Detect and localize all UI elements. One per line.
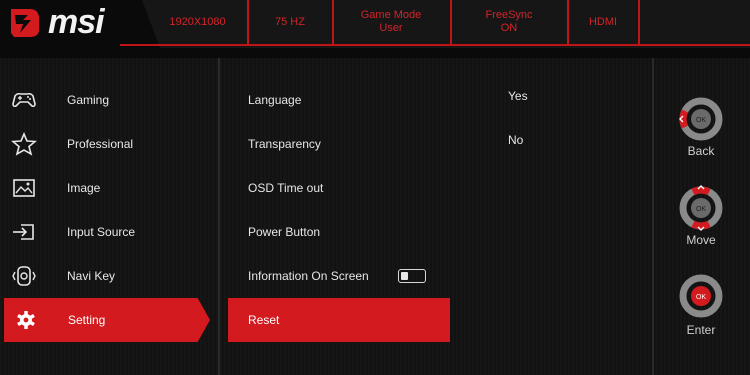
menu-item-label: Setting bbox=[68, 313, 106, 327]
move-control[interactable]: OK Move bbox=[676, 180, 726, 247]
msi-dragon-icon bbox=[11, 8, 39, 37]
brand-name: msi bbox=[48, 3, 105, 41]
setting-label: Transparency bbox=[248, 137, 321, 151]
information-on-screen-toggle[interactable] bbox=[398, 269, 426, 283]
menu-item-label: Professional bbox=[67, 137, 134, 151]
navi-key-icon bbox=[12, 266, 36, 286]
menu-item-gaming[interactable]: Gaming bbox=[0, 78, 215, 122]
transparency-value: No bbox=[508, 133, 524, 147]
gamepad-icon bbox=[12, 92, 36, 108]
setting-row-transparency[interactable]: Transparency bbox=[228, 122, 528, 166]
main-menu: Gaming Professional Image Input Source N… bbox=[0, 78, 215, 342]
refresh-rate-value: 75 HZ bbox=[275, 15, 305, 28]
setting-row-reset[interactable]: Reset bbox=[228, 298, 450, 342]
setting-label: Reset bbox=[248, 313, 280, 327]
game-mode-value: User bbox=[379, 22, 403, 34]
divider bbox=[652, 58, 654, 375]
menu-item-input-source[interactable]: Input Source bbox=[0, 210, 215, 254]
setting-row-osd-timeout[interactable]: OSD Time out bbox=[228, 166, 528, 210]
header-divider bbox=[120, 44, 750, 46]
language-value: Yes bbox=[508, 89, 528, 103]
move-key-ok: OK bbox=[696, 206, 706, 213]
enter-key-icon: OK bbox=[679, 274, 723, 318]
divider bbox=[218, 58, 220, 375]
header-separator bbox=[450, 0, 452, 44]
osd-header: msi 1920X1080 75 HZ Game Mode User FreeS… bbox=[0, 0, 750, 58]
back-key-icon: OK bbox=[679, 97, 723, 141]
enter-key-ok: OK bbox=[696, 294, 706, 301]
freesync-value: ON bbox=[500, 22, 518, 34]
menu-item-navi-key[interactable]: Navi Key bbox=[0, 254, 215, 298]
game-mode-label: Game Mode bbox=[360, 9, 422, 21]
move-key-icon: OK bbox=[679, 185, 723, 231]
menu-item-label: Input Source bbox=[67, 225, 136, 239]
enter-label: Enter bbox=[686, 323, 716, 337]
input-source-icon bbox=[13, 224, 34, 240]
menu-item-image[interactable]: Image bbox=[0, 166, 215, 210]
header-freesync: FreeSync ON bbox=[453, 0, 565, 44]
header-separator bbox=[638, 0, 640, 44]
toggle-knob bbox=[401, 272, 408, 280]
image-icon bbox=[13, 179, 35, 197]
header-separator bbox=[247, 0, 249, 44]
header-separator bbox=[567, 0, 569, 44]
osd-screen: msi 1920X1080 75 HZ Game Mode User FreeS… bbox=[0, 0, 750, 375]
menu-item-setting[interactable]: Setting bbox=[4, 298, 210, 342]
header-input: HDMI bbox=[570, 0, 636, 44]
freesync-label: FreeSync bbox=[485, 9, 533, 21]
gear-icon bbox=[17, 311, 35, 329]
star-icon bbox=[11, 132, 37, 156]
menu-item-label: Navi Key bbox=[67, 269, 116, 283]
setting-row-language[interactable]: Language bbox=[228, 78, 528, 122]
enter-control[interactable]: OK Enter bbox=[676, 268, 726, 337]
header-game-mode: Game Mode User bbox=[335, 0, 447, 44]
setting-row-power-button[interactable]: Power Button bbox=[228, 210, 528, 254]
setting-label: Power Button bbox=[248, 225, 321, 239]
setting-label: Information On Screen bbox=[248, 269, 369, 283]
menu-item-professional[interactable]: Professional bbox=[0, 122, 215, 166]
setting-label: OSD Time out bbox=[248, 181, 324, 195]
header-separator bbox=[332, 0, 334, 44]
setting-row-information-on-screen[interactable]: Information On Screen bbox=[228, 254, 528, 298]
input-value: HDMI bbox=[588, 15, 618, 28]
setting-values: Yes No bbox=[508, 78, 528, 162]
resolution-value: 1920X1080 bbox=[169, 15, 226, 28]
header-refresh-rate: 75 HZ bbox=[250, 0, 330, 44]
settings-list: Language Transparency OSD Time out Power… bbox=[228, 78, 528, 342]
header-resolution: 1920X1080 bbox=[150, 0, 245, 44]
setting-label: Language bbox=[248, 93, 302, 107]
menu-item-label: Image bbox=[67, 181, 101, 195]
back-key-ok: OK bbox=[696, 117, 706, 124]
msi-logo: msi bbox=[8, 3, 105, 42]
back-control[interactable]: OK Back bbox=[676, 91, 726, 158]
menu-item-label: Gaming bbox=[67, 93, 110, 107]
